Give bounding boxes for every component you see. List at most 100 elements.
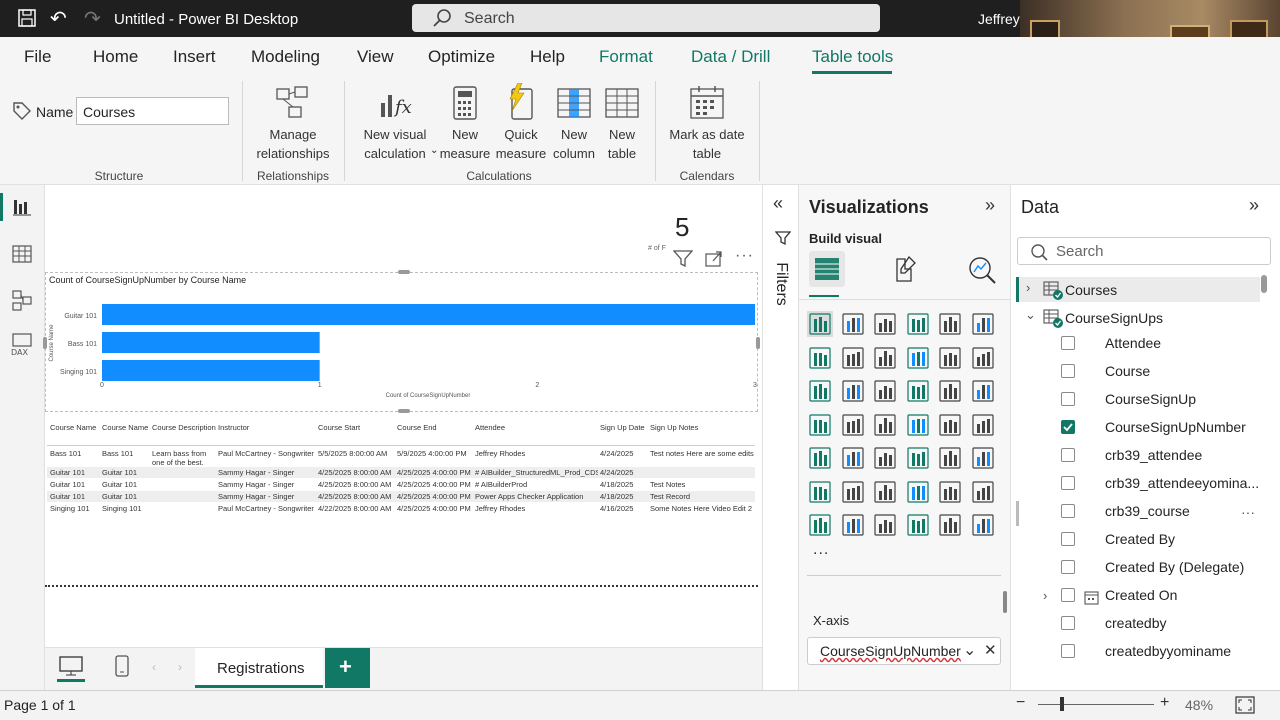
chevron-right-icon[interactable]: ›: [1026, 280, 1030, 295]
redo-icon[interactable]: ↷: [84, 6, 101, 31]
field-checkbox[interactable]: [1061, 448, 1075, 462]
menu-table-tools[interactable]: Table tools: [812, 47, 893, 67]
global-search[interactable]: Search: [412, 4, 880, 32]
menu-help[interactable]: Help: [530, 47, 565, 67]
stacked-area-icon[interactable]: [872, 345, 898, 371]
zoom-slider-thumb[interactable]: [1060, 697, 1064, 711]
table-visual[interactable]: Course Name Course Name Course Description…: [45, 421, 758, 521]
report-view-icon[interactable]: [12, 197, 32, 217]
100pct-column-icon[interactable]: [970, 311, 996, 337]
zoom-out-icon[interactable]: −: [1016, 694, 1025, 712]
field-checkbox[interactable]: [1061, 392, 1075, 406]
name-field[interactable]: Courses: [76, 97, 229, 125]
menu-insert[interactable]: Insert: [173, 47, 216, 67]
menu-file[interactable]: File: [24, 47, 51, 67]
line-stacked-column-icon[interactable]: [970, 345, 996, 371]
power-automate-icon[interactable]: [872, 512, 898, 538]
more-visuals-icon[interactable]: [905, 512, 931, 538]
field-checkbox[interactable]: [1061, 560, 1075, 574]
field-checkbox[interactable]: [1061, 644, 1075, 658]
focus-mode-icon[interactable]: [705, 251, 723, 267]
clustered-bar-icon[interactable]: [872, 311, 898, 337]
menu-format[interactable]: Format: [599, 47, 653, 67]
field-more-options-icon[interactable]: ···: [1241, 504, 1255, 520]
scatter-icon[interactable]: [905, 378, 931, 404]
undo-icon[interactable]: ↶: [50, 6, 67, 31]
chevron-down-icon[interactable]: ⌄: [963, 640, 976, 660]
build-visual-tab[interactable]: [809, 251, 845, 287]
new-measure-button[interactable]: New measure: [438, 83, 492, 167]
multi-row-card-icon[interactable]: [807, 445, 833, 471]
gauge-icon[interactable]: [937, 412, 963, 438]
smart-narrative-icon[interactable]: [937, 479, 963, 505]
field-checkbox[interactable]: [1061, 476, 1075, 490]
stacked-bar-icon[interactable]: [807, 311, 833, 337]
mark-as-date-table-button[interactable]: Mark as date table: [663, 83, 751, 167]
chevron-icon[interactable]: [970, 512, 996, 538]
key-influencers-icon[interactable]: [840, 479, 866, 505]
report-canvas[interactable]: 5 # of F ··· Count of CourseSignUpNumber…: [43, 185, 762, 647]
ribbon-icon[interactable]: [807, 378, 833, 404]
new-column-button[interactable]: New column: [548, 83, 600, 167]
add-page-button[interactable]: +: [325, 648, 370, 688]
quick-measure-button[interactable]: Quick measure: [494, 83, 548, 167]
save-icon[interactable]: [17, 8, 37, 28]
azure-map-icon[interactable]: [905, 412, 931, 438]
table-view-icon[interactable]: [12, 244, 32, 264]
manage-relationships-button[interactable]: Manage relationships: [250, 83, 336, 167]
menu-home[interactable]: Home: [93, 47, 138, 67]
zoom-in-icon[interactable]: +: [1160, 694, 1169, 712]
line-column-icon[interactable]: [937, 345, 963, 371]
r-visual-icon[interactable]: [970, 445, 996, 471]
data-search-input[interactable]: Search: [1017, 237, 1271, 265]
dax-query-view-icon[interactable]: DAX: [10, 333, 34, 357]
filter-icon[interactable]: [673, 249, 693, 267]
table-row-coursesignups[interactable]: ⌄ CourseSignUps: [1016, 305, 1260, 330]
field-checkbox[interactable]: [1061, 532, 1075, 546]
more-options-icon[interactable]: ···: [735, 247, 754, 265]
waterfall-icon[interactable]: [840, 378, 866, 404]
slicer-icon[interactable]: [872, 445, 898, 471]
card-icon[interactable]: [970, 412, 996, 438]
viz-scrollbar[interactable]: [1003, 591, 1007, 613]
pie-icon[interactable]: [937, 378, 963, 404]
table-icon[interactable]: [905, 445, 931, 471]
paginated-icon[interactable]: [970, 479, 996, 505]
filled-map-icon[interactable]: [872, 412, 898, 438]
menu-data-drill[interactable]: Data / Drill: [691, 47, 770, 67]
zoom-slider[interactable]: [1038, 704, 1154, 705]
next-page-icon[interactable]: ›: [178, 660, 182, 674]
treemap-icon[interactable]: [807, 412, 833, 438]
clustered-column-icon[interactable]: [905, 311, 931, 337]
donut-icon[interactable]: [970, 378, 996, 404]
prev-page-icon[interactable]: ‹: [152, 660, 156, 674]
line-icon[interactable]: [807, 345, 833, 371]
collapse-viz-icon[interactable]: »: [985, 195, 995, 216]
expand-filters-icon[interactable]: «: [773, 193, 783, 214]
field-checkbox[interactable]: [1061, 420, 1075, 434]
kpi-icon[interactable]: [840, 445, 866, 471]
menu-view[interactable]: View: [357, 47, 394, 67]
menu-optimize[interactable]: Optimize: [428, 47, 495, 67]
model-view-icon[interactable]: [12, 289, 32, 311]
new-visual-calculation-button[interactable]: fx New visual calculation ⌄: [352, 83, 438, 167]
table-row-courses[interactable]: › Courses: [1016, 277, 1260, 302]
stacked-column-icon[interactable]: [840, 311, 866, 337]
menu-modeling[interactable]: Modeling: [251, 47, 320, 67]
100pct-area-icon[interactable]: [905, 345, 931, 371]
decomposition-tree-icon[interactable]: [872, 479, 898, 505]
qa-icon[interactable]: [905, 479, 931, 505]
data-scrollbar[interactable]: [1261, 275, 1267, 293]
power-apps-icon[interactable]: [840, 512, 866, 538]
metrics-icon[interactable]: [807, 512, 833, 538]
python-visual-icon[interactable]: [807, 479, 833, 505]
more-visuals-icon[interactable]: ...: [813, 541, 829, 559]
bar[interactable]: [102, 332, 320, 353]
area-icon[interactable]: [840, 345, 866, 371]
format-visual-icon[interactable]: [891, 255, 919, 283]
filters-pane[interactable]: « Filters: [762, 185, 798, 690]
shape-map-icon[interactable]: [937, 512, 963, 538]
close-icon[interactable]: ✕: [984, 641, 997, 659]
xaxis-field-well[interactable]: CourseSignUpNumber ⌄ ✕: [807, 637, 1001, 665]
funnel-icon[interactable]: [872, 378, 898, 404]
